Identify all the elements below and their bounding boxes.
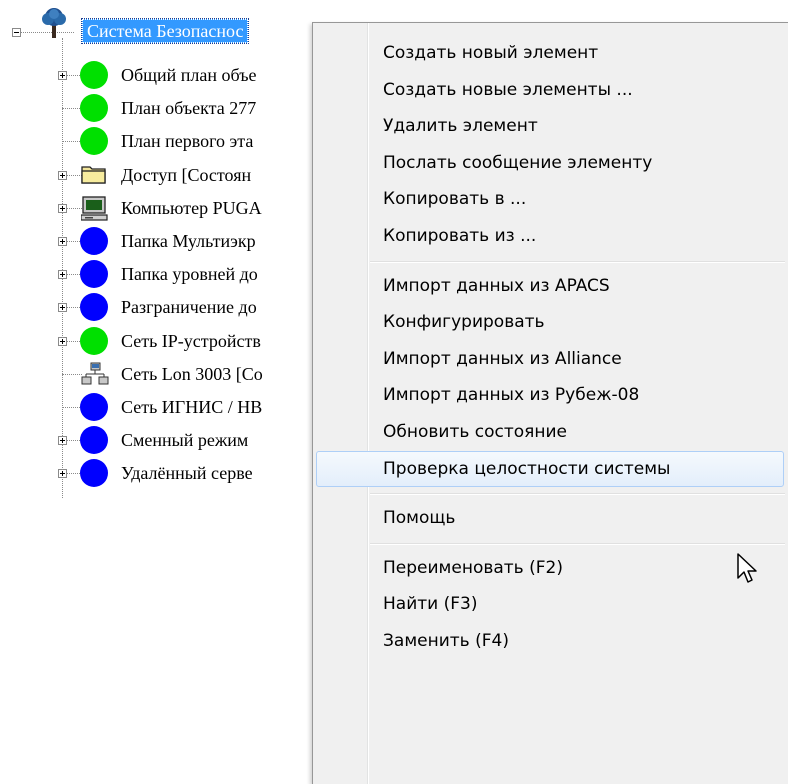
menu-item[interactable]: Импорт данных из Рубеж-08 [316, 377, 784, 413]
menu-item-label: Импорт данных из APACS [383, 275, 610, 296]
tree-connector-line [62, 108, 82, 110]
tree-node-label[interactable]: План первого эта [121, 130, 253, 152]
menu-item-label: Создать новые элементы ... [383, 79, 633, 100]
tree-node-label[interactable]: Доступ [Состоян [121, 164, 251, 186]
tree-root-label[interactable]: Система Безопаснос [80, 18, 250, 44]
menu-item-label: Конфигурировать [383, 312, 545, 333]
expand-toggle[interactable] [58, 436, 67, 446]
tree-node-label[interactable]: Сменный режим [121, 429, 248, 451]
menu-item[interactable]: Послать сообщение элементу [316, 145, 784, 181]
tree-root-icon [37, 6, 71, 45]
menu-item[interactable]: Найти (F3) [316, 586, 784, 622]
menu-item-label: Импорт данных из Рубеж-08 [383, 385, 640, 406]
menu-item[interactable]: Создать новые элементы ... [316, 72, 784, 108]
collapse-toggle[interactable] [12, 28, 21, 37]
green-status-icon [80, 94, 108, 123]
expand-toggle[interactable] [58, 270, 67, 280]
expand-toggle[interactable] [58, 237, 67, 246]
tree-connector-line [62, 141, 82, 143]
menu-item[interactable]: Заменить (F4) [316, 623, 784, 659]
mouse-cursor-icon [736, 552, 758, 591]
network-icon [81, 362, 109, 393]
tree-node-label[interactable]: Сеть Lon 3003 [Co [121, 363, 263, 385]
folder-icon [81, 163, 107, 190]
menu-item-label: Создать новый элемент [383, 43, 599, 63]
menu-separator [370, 493, 785, 495]
menu-item-label: Переименовать (F2) [383, 557, 563, 578]
expand-toggle[interactable] [58, 71, 67, 80]
tree-connector-line [62, 38, 63, 498]
blue-status-icon [80, 227, 108, 255]
tree-node-label[interactable]: Разграничение до [121, 296, 257, 318]
blue-status-icon [80, 426, 108, 455]
menu-item[interactable]: Создать новый элемент [316, 35, 784, 71]
menu-separator [370, 542, 785, 544]
expand-toggle[interactable] [58, 203, 67, 213]
menu-separator [370, 260, 785, 262]
green-status-icon [80, 61, 108, 89]
menu-item[interactable]: Импорт данных из APACS [316, 268, 784, 304]
menu-item-label: Помощь [383, 508, 456, 529]
menu-item-label: Удалить элемент [383, 116, 538, 137]
menu-item[interactable]: Копировать в ... [316, 181, 784, 217]
tree-node-label[interactable]: Удалённый серве [121, 462, 253, 484]
menu-item[interactable]: Импорт данных из Alliance [316, 341, 784, 377]
tree-connector-line [62, 373, 82, 375]
menu-item-label: Проверка целостности системы [383, 458, 671, 479]
menu-item-label: Обновить состояние [383, 422, 568, 442]
computer-icon [80, 196, 109, 227]
blue-status-icon [80, 293, 108, 322]
tree-node-label[interactable]: Общий план объе [121, 64, 257, 86]
menu-item-label: Заменить (F4) [383, 631, 509, 651]
tree-node-label[interactable]: Компьютер PUGA [121, 197, 262, 219]
blue-status-icon [80, 459, 108, 488]
tree-node-label[interactable]: План объекта 277 [121, 97, 256, 119]
tree-node-label[interactable]: Папка Мультиэкр [121, 230, 256, 252]
expand-toggle[interactable] [58, 170, 67, 180]
menu-item-label: Копировать из ... [383, 226, 537, 246]
menu-item[interactable]: Обновить состояние [316, 414, 784, 450]
green-status-icon [80, 127, 108, 156]
menu-item-label: Найти (F3) [383, 594, 478, 615]
expand-toggle[interactable] [58, 469, 67, 479]
expand-toggle[interactable] [58, 336, 67, 346]
menu-item-label: Импорт данных из Alliance [383, 348, 622, 369]
blue-status-icon [80, 260, 108, 289]
menu-item[interactable]: Переименовать (F2) [316, 550, 784, 586]
green-status-icon [80, 326, 108, 355]
menu-item[interactable]: Проверка целостности системы [316, 450, 784, 487]
menu-item-label: Копировать в ... [383, 189, 527, 210]
expand-toggle[interactable] [58, 303, 67, 313]
menu-item[interactable]: Копировать из ... [316, 218, 784, 254]
tree-node-label[interactable]: Сеть ИГНИС / НВ [121, 396, 262, 418]
tree-node-label[interactable]: Сеть IP-устройств [121, 330, 261, 352]
context-menu: Создать новый элемент Создать новые элеме… [312, 22, 788, 784]
menu-item[interactable]: Помощь [316, 500, 784, 536]
blue-status-icon [80, 393, 108, 421]
tree-node-label[interactable]: Папка уровней до [121, 263, 258, 285]
menu-item[interactable]: Конфигурировать [316, 304, 784, 340]
menu-item-label: Послать сообщение элементу [383, 152, 653, 173]
menu-item[interactable]: Удалить элемент [316, 108, 784, 144]
tree-connector-line [62, 407, 82, 408]
